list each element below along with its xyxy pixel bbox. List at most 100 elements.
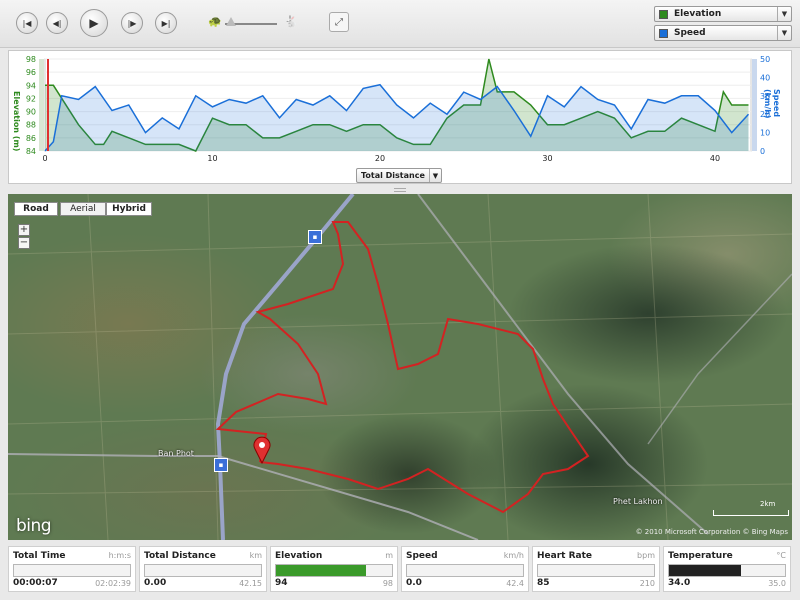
y-right-tick-label: 0 [760,147,765,156]
y-left-tick-label: 96 [26,68,36,77]
stat-unit: °C [776,551,786,560]
stat-total-time: Total Time h:m:s 00:00:07 02:02:39 [8,546,136,592]
stat-current-value: 85 [537,578,550,588]
stat-progress-bar [406,564,524,577]
y-left-tick-label: 94 [26,81,36,90]
map-type-road-label: Road [23,204,49,214]
speed-swatch [659,28,668,38]
y-left-tick-label: 90 [26,108,36,117]
playback-speed-thumb[interactable] [226,17,236,26]
stat-max-value: 42.4 [506,579,524,588]
stat-max-value: 35.0 [768,579,786,588]
stat-current-value: 00:00:07 [13,578,58,588]
bing-logo: bing [16,516,52,536]
stat-progress-bar [668,564,786,577]
map-label-phet-lakhon: Phet Lakhon [613,497,663,506]
step-back-icon: ◀| [52,18,62,28]
y-right-tick-label: 50 [760,55,770,64]
map-type-aerial[interactable]: Aerial [60,202,106,216]
turtle-slow-icon: 🐢 [208,15,222,28]
x-axis-select[interactable]: Total Distance ▼ [356,168,442,183]
y-right-axis-label: Speed (km/h) [763,89,781,119]
stat-name: Elevation [275,551,323,561]
step-forward-button[interactable]: |▶ [121,12,143,34]
x-axis-select-label: Total Distance [361,171,425,180]
start-pin-icon[interactable] [252,436,272,464]
x-tick-label: 40 [710,154,720,163]
stat-name: Total Distance [144,551,216,561]
stat-heart-rate: Heart Rate bpm 85 210 [532,546,660,592]
y-right-tick-label: 40 [760,73,770,82]
stat-progress-fill [669,565,741,576]
stat-current-value: 34.0 [668,578,691,588]
left-axis-band [39,59,44,151]
x-tick-label: 0 [42,154,47,163]
stat-max-value: 210 [639,579,655,588]
stat-unit: km [249,551,262,560]
stat-max-value: 98 [382,579,393,588]
map-scale-label: 2km [760,500,776,508]
road-west-east [8,453,479,540]
stat-progress-bar [537,564,655,577]
speed-select-label: Speed [674,28,706,38]
zoom-in-icon: + [19,224,29,235]
y-right-tick-label: 10 [760,129,770,138]
stat-current-value: 94 [275,578,288,588]
stat-temperature: Temperature °C 34.0 35.0 [663,546,791,592]
elevation-swatch [659,9,668,19]
skip-to-start-button[interactable]: |◀ [16,12,38,34]
y-left-tick-label: 98 [26,55,36,64]
stat-unit: bpm [637,551,655,560]
stat-unit: m [385,551,393,560]
play-button[interactable]: ▶ [80,9,108,37]
y-left-tick-label: 88 [26,121,36,130]
zoom-out-button[interactable]: − [18,237,30,249]
stat-progress-bar [144,564,262,577]
skip-to-end-icon: ▶| [161,18,171,28]
map-label-ban-phot: Ban Phot [158,449,194,458]
highway-shield-icon: ▪ [308,230,322,244]
highway-shield-icon: ▪ [214,458,228,472]
map-type-aerial-label: Aerial [70,204,96,214]
right-axis-band [752,59,757,151]
splitter-handle[interactable] [394,188,406,192]
step-back-button[interactable]: ◀| [46,12,68,34]
zoom-out-icon: − [19,237,29,248]
map-copyright: © 2010 Microsoft Corporation © Bing Maps [635,528,788,536]
stat-name: Heart Rate [537,551,592,561]
stat-max-value: 02:02:39 [95,579,131,588]
skip-to-end-button[interactable]: ▶| [155,12,177,34]
elevation-series-select[interactable]: Elevation ▼ [654,6,792,22]
stat-current-value: 0.00 [144,578,167,588]
elevation-select-label: Elevation [674,9,722,19]
stat-name: Total Time [13,551,66,561]
x-tick-label: 30 [542,154,552,163]
stat-speed: Speed km/h 0.0 42.4 [401,546,529,592]
chart-canvas[interactable]: 8486889092949698010203040500 10 20 30 40 [9,51,793,185]
stat-name: Speed [406,551,438,561]
rabbit-fast-icon: 🐇 [284,15,298,28]
map-type-hybrid[interactable]: Hybrid [106,202,152,216]
chevron-down-icon: ▼ [777,26,791,40]
skip-to-start-icon: |◀ [22,18,32,28]
stat-total-distance: Total Distance km 0.00 42.15 [139,546,267,592]
chevron-down-icon: ▼ [777,7,791,21]
speed-series-select[interactable]: Speed ▼ [654,25,792,41]
zoom-in-button[interactable]: + [18,224,30,236]
chevron-down-icon: ▼ [429,169,441,182]
stat-progress-bar [275,564,393,577]
x-tick-label: 10 [207,154,217,163]
fullscreen-button[interactable]: ⤢ [329,12,349,32]
y-left-tick-label: 92 [26,94,36,103]
play-icon: ▶ [89,16,99,30]
elevation-speed-chart[interactable]: 84 86 88 90 92 94 96 98 0 10 20 30 40 50 0 10 20 30 40 Ele… [8,50,792,184]
map-type-hybrid-label: Hybrid [112,204,146,214]
stat-current-value: 0.0 [406,578,422,588]
map-type-road[interactable]: Road [14,202,58,216]
map-scale-bar [713,510,789,516]
route-map[interactable]: Road Aerial Hybrid + − ▪ ▪ Ban Phot Phet… [8,194,792,540]
stat-unit: km/h [503,551,524,560]
stat-max-value: 42.15 [239,579,262,588]
stat-progress-fill [276,565,367,576]
y-left-tick-label: 86 [26,134,36,143]
